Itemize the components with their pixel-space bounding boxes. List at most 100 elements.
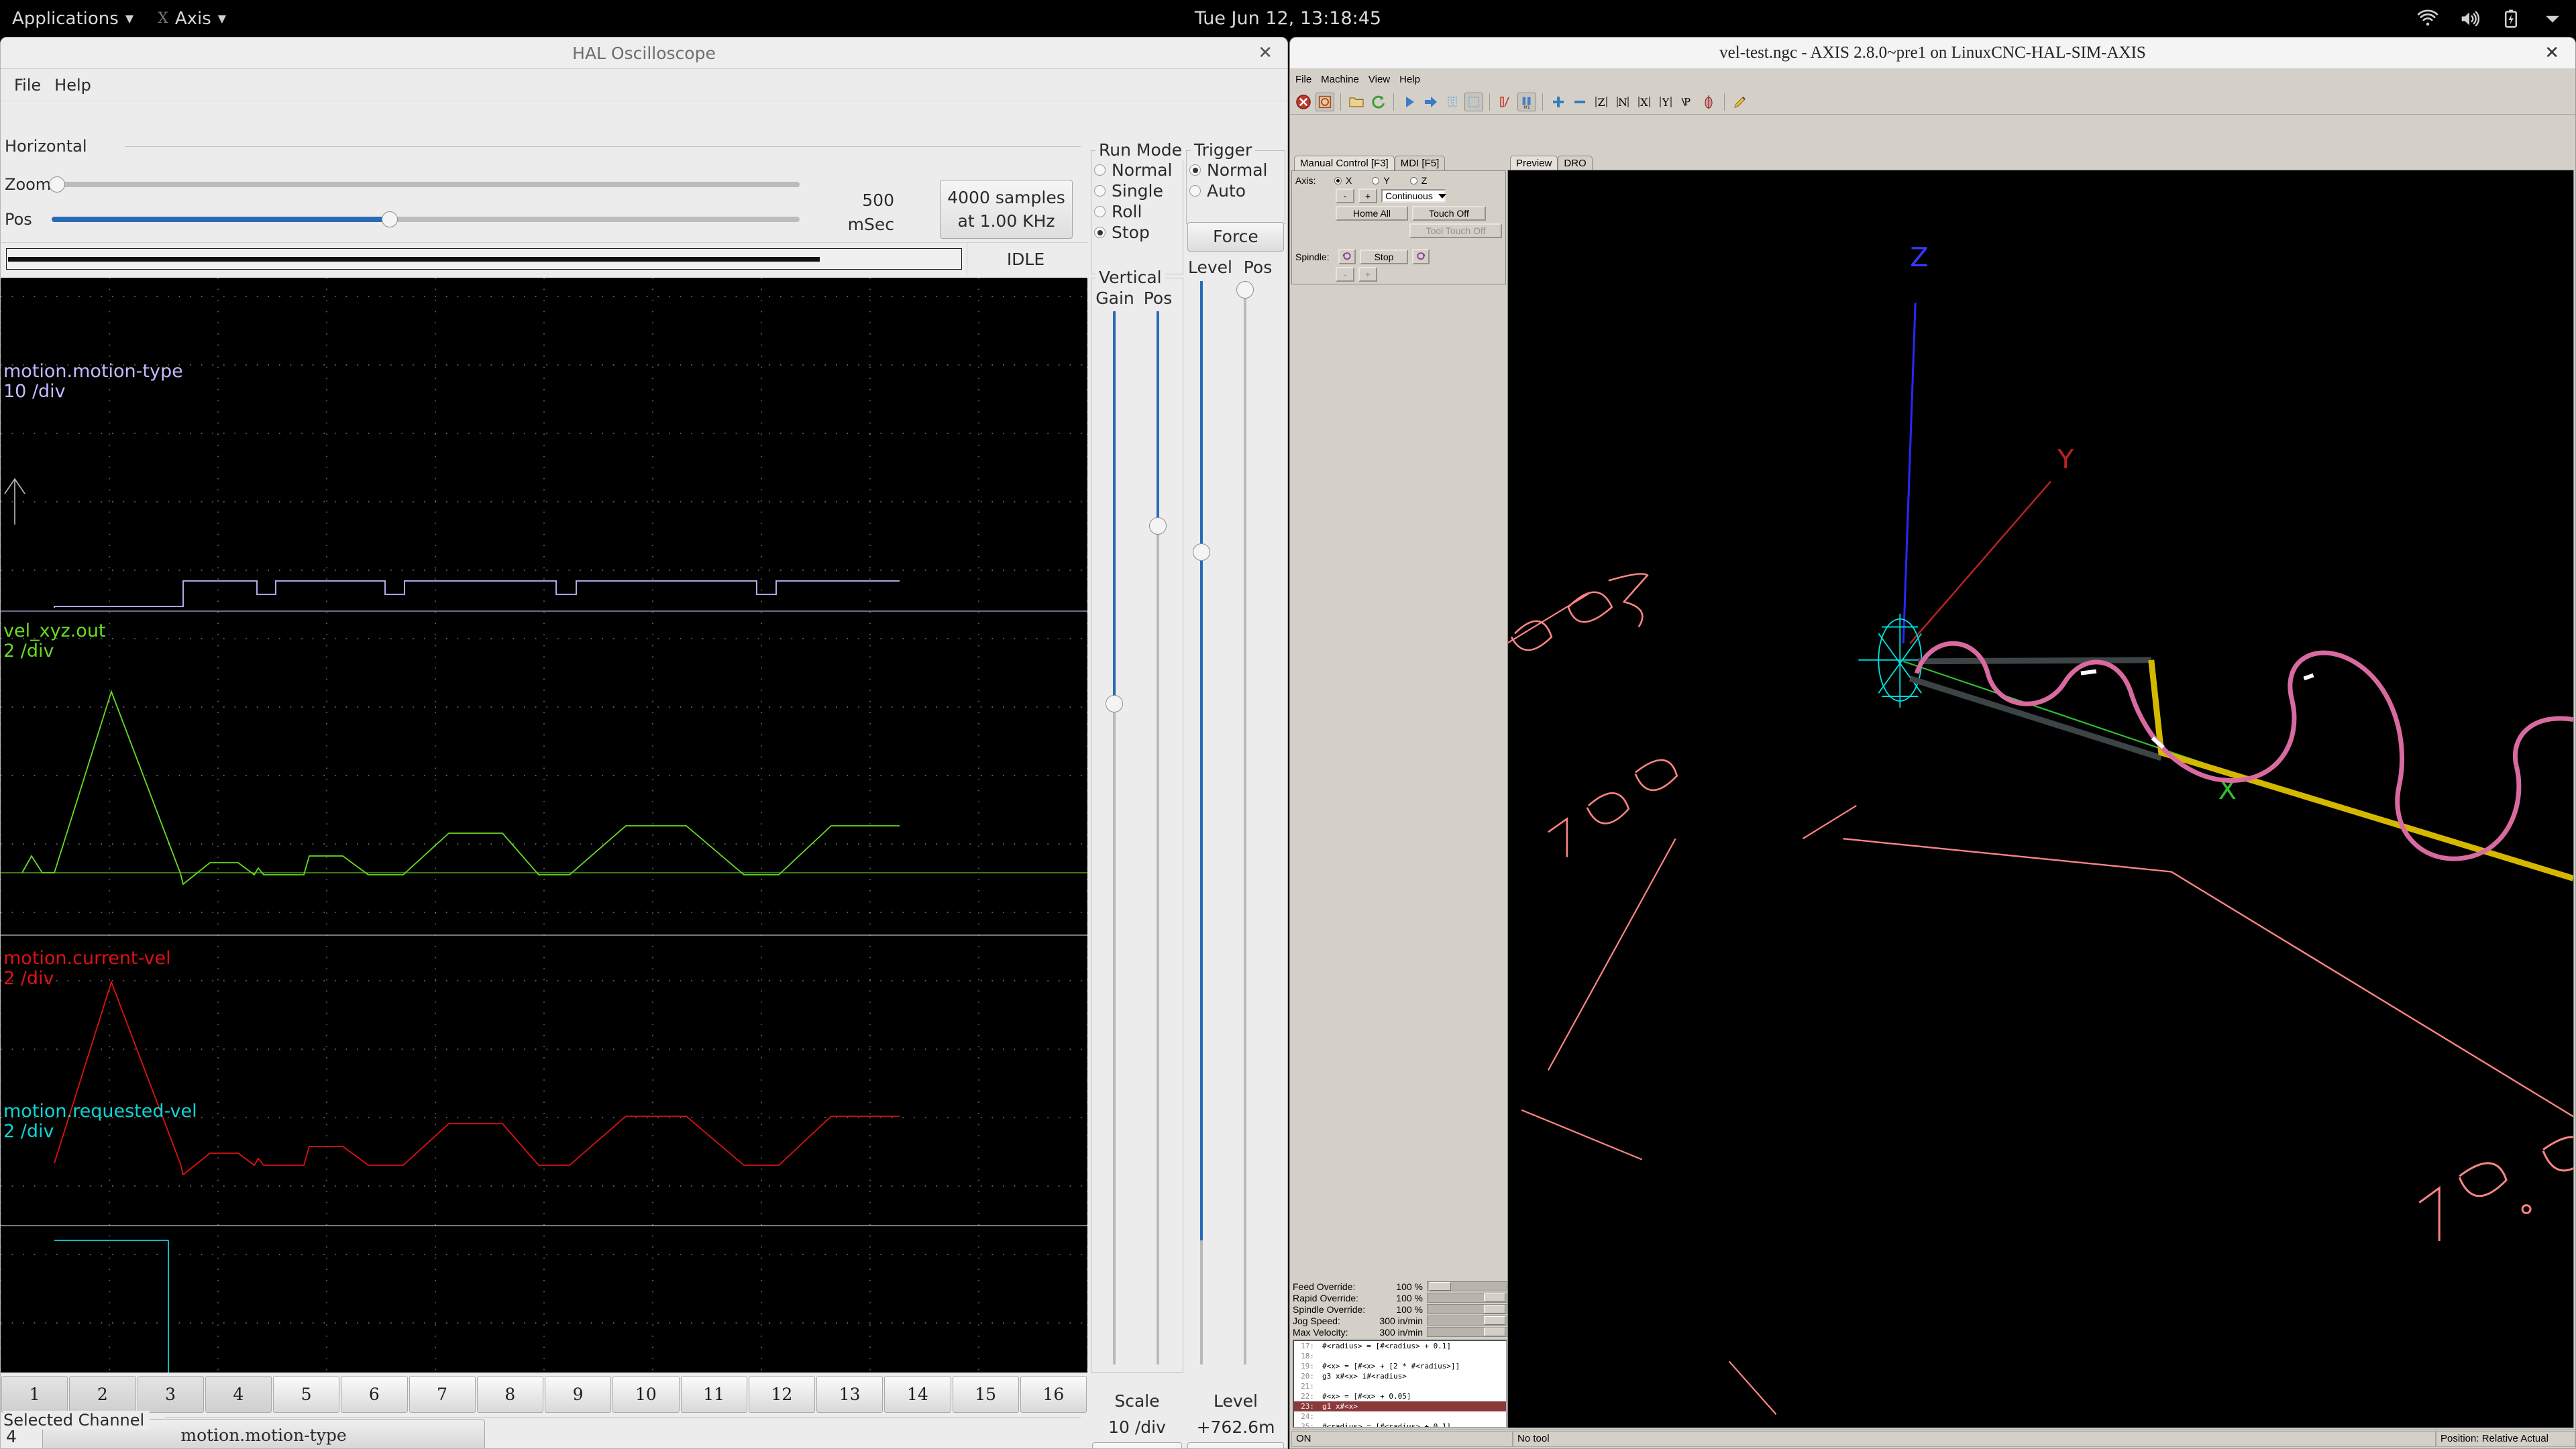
view-rotated-icon[interactable] (1699, 93, 1718, 111)
run-mode-roll[interactable]: Roll (1091, 201, 1183, 222)
channel-button-4[interactable]: 4 (205, 1376, 272, 1413)
zoom-in-icon[interactable] (1549, 93, 1568, 111)
close-icon[interactable]: ✕ (1258, 43, 1273, 63)
menu-file[interactable]: File (7, 73, 48, 97)
trigger-edge-button[interactable]: Rising (1187, 1442, 1284, 1448)
channel-button-15[interactable]: 15 (952, 1376, 1019, 1413)
gcode-line[interactable]: 17: #<radius> = [#<radius> + 0.1] (1294, 1341, 1506, 1351)
pos-slider[interactable] (52, 211, 800, 227)
axis-window-menu[interactable]: X Axis ▼ (146, 0, 238, 37)
step-icon[interactable] (1421, 93, 1440, 111)
wifi-icon[interactable] (2416, 7, 2439, 30)
channel-button-16[interactable]: 16 (1020, 1376, 1087, 1413)
jog-minus-button[interactable]: - (1336, 189, 1354, 203)
trigger-pos-slider[interactable] (1235, 281, 1255, 1364)
gcode-line[interactable]: 21: (1294, 1381, 1506, 1391)
tray-dropdown-icon[interactable] (2541, 7, 2564, 30)
pos-slider-knob[interactable] (382, 211, 398, 227)
vertical-pos-slider[interactable] (1148, 311, 1168, 1364)
slider-thumb[interactable] (1484, 1316, 1505, 1325)
channel-button-5[interactable]: 5 (273, 1376, 340, 1413)
channel-button-9[interactable]: 9 (545, 1376, 612, 1413)
clock[interactable]: Tue Jun 12, 13:18:45 (0, 8, 2576, 29)
spindle-stop-button[interactable]: Stop (1360, 249, 1408, 264)
menu-help[interactable]: Help (1399, 74, 1420, 85)
channel-button-2[interactable]: 2 (69, 1376, 136, 1413)
home-all-button[interactable]: Home All (1336, 206, 1408, 221)
view-y-icon[interactable]: Y (1656, 93, 1675, 111)
machine-power-icon[interactable] (1316, 92, 1334, 111)
zoom-slider-knob[interactable] (49, 176, 65, 193)
zoom-out-icon[interactable] (1570, 93, 1589, 111)
spindle-override-slider[interactable] (1427, 1304, 1507, 1314)
open-file-icon[interactable] (1347, 93, 1366, 111)
toggle-skip-lines-icon[interactable] (1496, 93, 1515, 111)
toggle-optional-stop-icon[interactable]: M1 (1517, 92, 1536, 111)
channel-button-11[interactable]: 11 (680, 1376, 747, 1413)
tab-mdi[interactable]: MDI [F5] (1394, 156, 1446, 170)
feed-override-slider[interactable] (1427, 1281, 1507, 1291)
trigger-auto[interactable]: Auto (1187, 180, 1285, 201)
menu-machine[interactable]: Machine (1321, 74, 1359, 85)
gcode-listing[interactable]: 17: #<radius> = [#<radius> + 0.1] 18: 19:… (1293, 1340, 1507, 1428)
menu-file[interactable]: File (1295, 74, 1311, 85)
axis-radio-x-icon[interactable] (1334, 176, 1342, 184)
tab-dro[interactable]: DRO (1558, 156, 1593, 170)
zoom-slider[interactable] (49, 176, 800, 193)
channel-button-6[interactable]: 6 (341, 1376, 408, 1413)
tab-preview[interactable]: Preview (1510, 156, 1558, 170)
battery-icon[interactable] (2500, 7, 2522, 30)
max-velocity-slider[interactable] (1427, 1327, 1507, 1337)
channel-button-14[interactable]: 14 (884, 1376, 951, 1413)
spindle-cw-icon[interactable] (1412, 249, 1430, 264)
slider-knob[interactable] (1236, 281, 1254, 299)
clear-plot-icon[interactable] (1731, 93, 1750, 111)
slider-knob[interactable] (1193, 543, 1210, 561)
slider-thumb[interactable] (1484, 1305, 1505, 1313)
horizontal-scrollbar-thumb[interactable] (8, 257, 820, 262)
run-mode-stop[interactable]: Stop (1091, 222, 1183, 243)
horizontal-scrollbar[interactable] (6, 248, 962, 270)
slider-thumb[interactable] (1484, 1328, 1505, 1336)
touch-off-button[interactable]: Touch Off (1412, 206, 1486, 221)
run-program-icon[interactable] (1400, 93, 1419, 111)
view-z-icon[interactable]: Z (1592, 93, 1611, 111)
pause-icon[interactable] (1443, 93, 1462, 111)
tab-manual-control[interactable]: Manual Control [F3] (1294, 156, 1395, 170)
gcode-line-active[interactable]: 23: g1 x#<x> (1294, 1401, 1506, 1411)
view-x-icon[interactable]: X (1635, 93, 1654, 111)
force-trigger-button[interactable]: Force (1187, 222, 1284, 252)
axis-radio-y-icon[interactable] (1372, 176, 1380, 184)
slider-thumb[interactable] (1430, 1282, 1451, 1291)
gcode-line[interactable]: 18: (1294, 1351, 1506, 1361)
offset-button[interactable]: Offset 0.000 (1092, 1442, 1182, 1448)
estop-icon[interactable] (1294, 93, 1313, 111)
close-icon[interactable]: ✕ (2544, 43, 2559, 63)
menu-help[interactable]: Help (48, 73, 98, 97)
trigger-level-slider[interactable] (1191, 281, 1212, 1364)
jog-speed-slider[interactable] (1427, 1316, 1507, 1326)
view-p-icon[interactable]: P (1678, 93, 1697, 111)
jog-plus-button[interactable]: + (1358, 189, 1377, 203)
stop-icon[interactable] (1464, 92, 1483, 111)
menu-view[interactable]: View (1368, 74, 1390, 85)
channel-button-8[interactable]: 8 (476, 1376, 543, 1413)
applications-menu[interactable]: Applications ▼ (0, 0, 146, 37)
samples-button[interactable]: 4000 samples at 1.00 KHz (940, 180, 1073, 239)
channel-button-13[interactable]: 13 (816, 1376, 883, 1413)
channel-button-3[interactable]: 3 (137, 1376, 204, 1413)
toolpath-preview[interactable]: ◎ X: 10.5000 ◎ Y: 0.0000 ◎ Z: 0.1000 Vel… (1507, 170, 2574, 1428)
axis-radio-z-icon[interactable] (1409, 176, 1417, 184)
trigger-normal[interactable]: Normal (1187, 160, 1285, 180)
volume-icon[interactable] (2458, 7, 2481, 30)
vertical-gain-slider[interactable] (1104, 311, 1124, 1364)
rapid-override-slider[interactable] (1427, 1293, 1507, 1303)
channel-button-12[interactable]: 12 (748, 1376, 815, 1413)
view-z2-icon[interactable]: N (1613, 93, 1632, 111)
spindle-ccw-icon[interactable] (1338, 249, 1356, 264)
gcode-line[interactable]: 19: #<x> = [#<x> + [2 * #<radius>]] (1294, 1361, 1506, 1371)
gcode-line[interactable]: 24: (1294, 1411, 1506, 1421)
channel-button-1[interactable]: 1 (1, 1376, 68, 1413)
run-mode-normal[interactable]: Normal (1091, 160, 1183, 180)
channel-button-7[interactable]: 7 (409, 1376, 476, 1413)
